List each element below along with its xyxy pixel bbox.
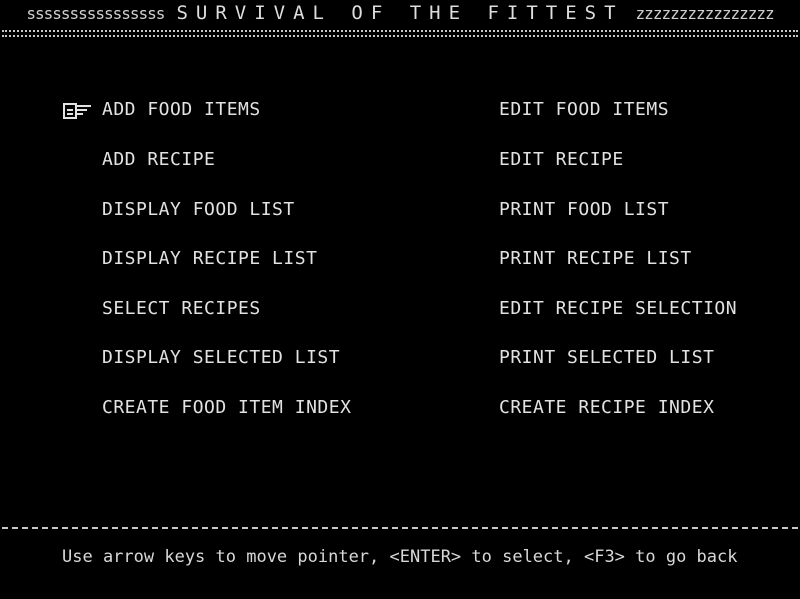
title-left-border: ssssssssssssssss: [26, 3, 165, 23]
app-title: SURVIVAL OF THE FITTEST: [176, 2, 624, 24]
menu-item-create-recipe-index[interactable]: CREATE RECIPE INDEX: [499, 397, 714, 419]
footer-divider: [2, 527, 798, 529]
menu-item-print-recipe-list[interactable]: PRINT RECIPE LIST: [499, 248, 692, 270]
menu-item-print-selected-list[interactable]: PRINT SELECTED LIST: [499, 347, 714, 369]
hand-pointer-icon: [63, 103, 91, 119]
title-right-border: zzzzzzzzzzzzzzzz: [635, 3, 775, 23]
menu-item-edit-food-items[interactable]: EDIT FOOD ITEMS: [499, 99, 669, 121]
menu-item-print-food-list[interactable]: PRINT FOOD LIST: [499, 199, 669, 221]
menu-item-add-recipe[interactable]: ADD RECIPE: [102, 149, 215, 171]
help-text: Use arrow keys to move pointer, <ENTER> …: [62, 547, 738, 567]
title-divider-bottom: [2, 35, 798, 37]
title-divider-top: [2, 30, 798, 32]
menu-item-add-food-items[interactable]: ADD FOOD ITEMS: [102, 99, 261, 121]
title-bar: ssssssssssssssss SURVIVAL OF THE FITTEST…: [0, 0, 800, 26]
menu-item-display-food-list[interactable]: DISPLAY FOOD LIST: [102, 199, 295, 221]
menu-item-edit-recipe-selection[interactable]: EDIT RECIPE SELECTION: [499, 298, 737, 320]
menu-item-edit-recipe[interactable]: EDIT RECIPE: [499, 149, 624, 171]
menu-item-select-recipes[interactable]: SELECT RECIPES: [102, 298, 261, 320]
menu-item-display-recipe-list[interactable]: DISPLAY RECIPE LIST: [102, 248, 317, 270]
main-menu-screen: ssssssssssssssss SURVIVAL OF THE FITTEST…: [0, 0, 800, 599]
menu-item-display-selected-list[interactable]: DISPLAY SELECTED LIST: [102, 347, 340, 369]
menu-item-create-food-item-index[interactable]: CREATE FOOD ITEM INDEX: [102, 397, 351, 419]
